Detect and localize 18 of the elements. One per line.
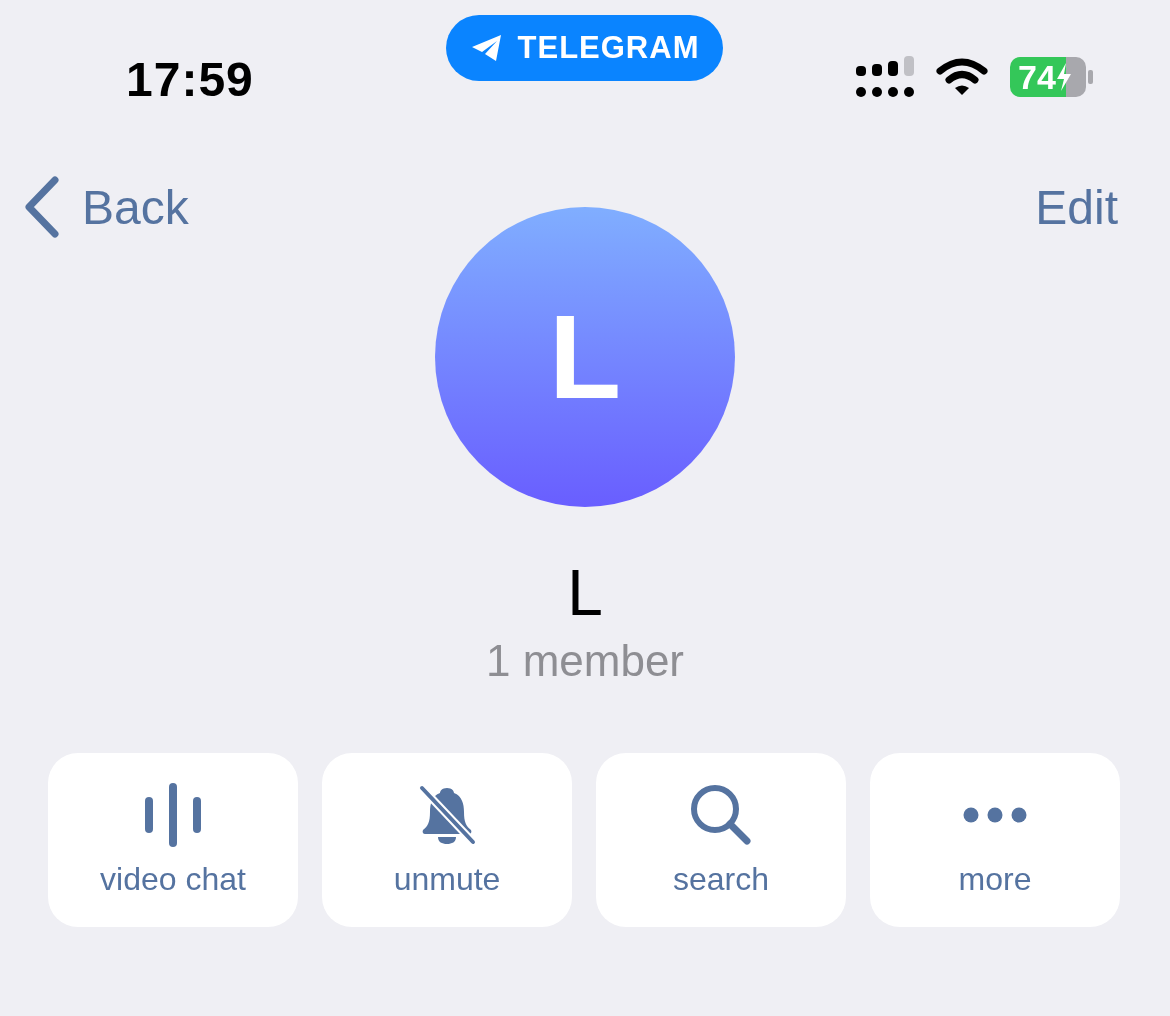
chevron-left-icon <box>24 176 60 238</box>
more-dots-icon <box>963 806 1027 824</box>
status-time: 17:59 <box>126 52 254 107</box>
search-icon <box>689 783 753 847</box>
avatar: L <box>435 207 735 507</box>
muted-bell-icon <box>418 784 476 846</box>
back-button[interactable]: Back <box>24 176 189 238</box>
group-name: L <box>567 556 603 631</box>
edit-button[interactable]: Edit <box>1035 179 1118 235</box>
app-pill[interactable]: TELEGRAM <box>446 15 723 81</box>
wifi-icon <box>936 57 988 97</box>
waveform-icon <box>143 783 203 847</box>
member-count: 1 member <box>485 635 685 687</box>
action-button[interactable]: video chat <box>48 753 298 927</box>
signal-icon <box>856 56 914 98</box>
action-button[interactable]: more <box>870 753 1120 927</box>
action-button[interactable]: unmute <box>322 753 572 927</box>
action-button[interactable]: search <box>596 753 846 927</box>
